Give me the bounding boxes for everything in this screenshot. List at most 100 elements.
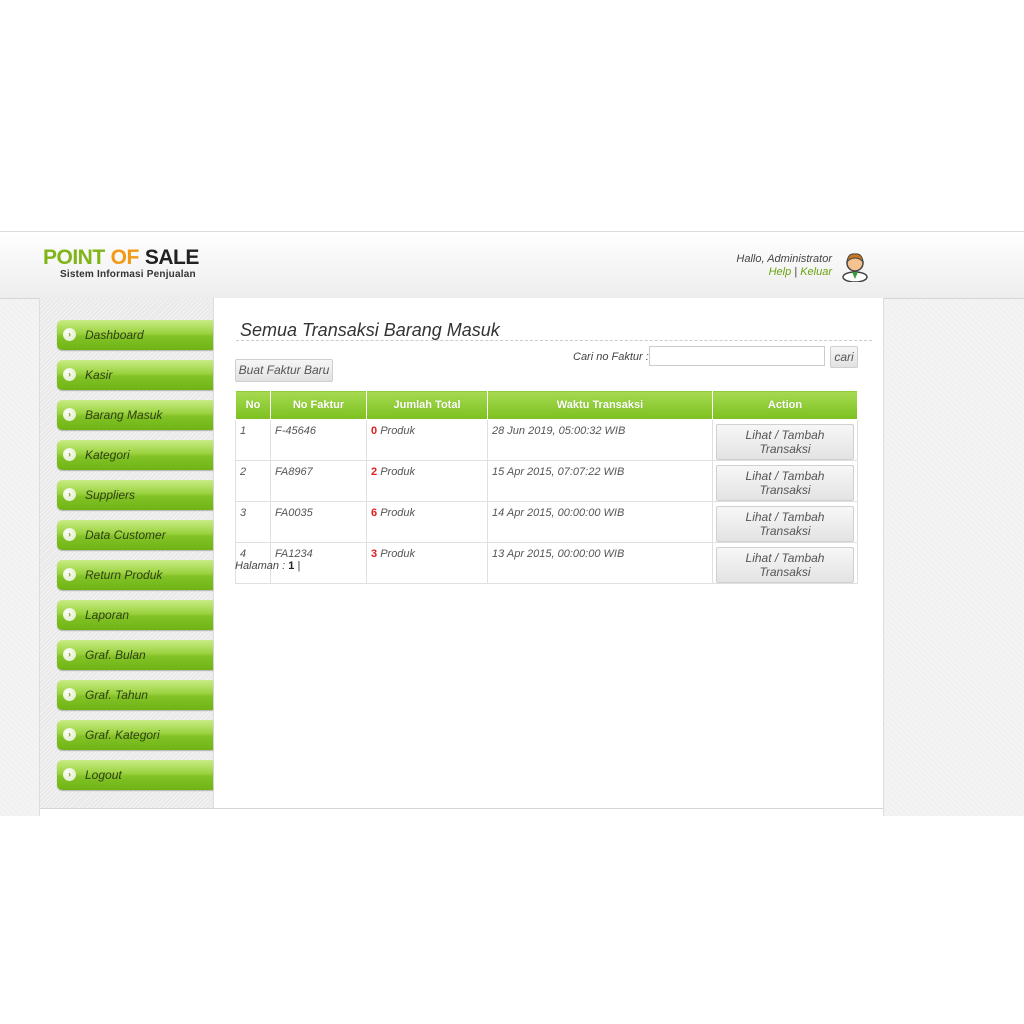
user-links: Help | Keluar	[736, 266, 832, 279]
cell-no: 2	[235, 460, 271, 502]
cell-jumlah: 6 Produk	[366, 501, 488, 543]
main-content: Semua Transaksi Barang Masuk Buat Faktur…	[235, 298, 876, 808]
sidebar-item-label: Laporan	[85, 608, 130, 622]
cell-action: Lihat / Tambah Transaksi	[712, 542, 858, 584]
cell-qty: 0	[371, 425, 378, 437]
search-invoice-input[interactable]	[649, 346, 825, 366]
cell-waktu: 13 Apr 2015, 00:00:00 WIB	[487, 542, 713, 584]
search-label: Cari no Faktur :	[573, 351, 649, 363]
sidebar-item-label: Logout	[85, 768, 122, 782]
chevron-right-icon: ›	[63, 768, 76, 781]
sidebar-item-label: Graf. Kategori	[85, 728, 160, 742]
sidebar-item-label: Dashboard	[85, 328, 144, 342]
content-container: › Dashboard › Kasir › Barang Masuk › Kategor…	[39, 298, 884, 816]
sidebar-item-laporan[interactable]: › Laporan	[57, 600, 213, 630]
column-header-waktu-transaksi: Waktu Transaksi	[487, 390, 713, 420]
logo-word-of: OF	[110, 246, 140, 269]
table-row: 3 FA0035 6 Produk 14 Apr 2015, 00:00:00 …	[235, 501, 858, 543]
chevron-right-icon: ›	[63, 528, 76, 541]
view-add-transaction-button[interactable]: Lihat / Tambah Transaksi	[716, 506, 854, 542]
pagination-current-page[interactable]: 1	[288, 560, 294, 572]
search-button[interactable]: cari	[830, 346, 858, 368]
view-add-transaction-button[interactable]: Lihat / Tambah Transaksi	[716, 465, 854, 501]
cell-faktur: FA8967	[270, 460, 367, 502]
sidebar-item-label: Barang Masuk	[85, 408, 163, 422]
chevron-right-icon: ›	[63, 688, 76, 701]
chevron-right-icon: ›	[63, 368, 76, 381]
sidebar-item-suppliers[interactable]: › Suppliers	[57, 480, 213, 510]
cell-unit: Produk	[380, 548, 416, 560]
cell-unit: Produk	[380, 425, 416, 437]
logo-word-sale: SALE	[144, 246, 200, 269]
table-row: 1 F-45646 0 Produk 28 Jun 2019, 05:00:32…	[235, 419, 858, 461]
new-invoice-button[interactable]: Buat Faktur Baru	[235, 359, 333, 382]
sidebar-item-logout[interactable]: › Logout	[57, 760, 213, 790]
cell-jumlah: 2 Produk	[366, 460, 488, 502]
sidebar-item-graf-tahun[interactable]: › Graf. Tahun	[57, 680, 213, 710]
cell-unit: Produk	[380, 507, 416, 519]
cell-jumlah: 3 Produk	[366, 542, 488, 584]
cell-action: Lihat / Tambah Transaksi	[712, 501, 858, 543]
cell-action: Lihat / Tambah Transaksi	[712, 419, 858, 461]
view-add-transaction-button[interactable]: Lihat / Tambah Transaksi	[716, 424, 854, 460]
logout-link[interactable]: Keluar	[800, 266, 832, 278]
cell-qty: 2	[371, 466, 378, 478]
cell-waktu: 14 Apr 2015, 00:00:00 WIB	[487, 501, 713, 543]
cell-waktu: 15 Apr 2015, 07:07:22 WIB	[487, 460, 713, 502]
user-links-separator: |	[794, 266, 798, 278]
pagination-separator: |	[297, 560, 301, 572]
sidebar-item-kategori[interactable]: › Kategori	[57, 440, 213, 470]
chevron-right-icon: ›	[63, 448, 76, 461]
view-add-transaction-button[interactable]: Lihat / Tambah Transaksi	[716, 547, 854, 583]
column-header-no-faktur: No Faktur	[270, 390, 367, 420]
column-header-action: Action	[712, 390, 858, 420]
sidebar-item-graf-bulan[interactable]: › Graf. Bulan	[57, 640, 213, 670]
chevron-right-icon: ›	[63, 328, 76, 341]
sidebar-item-label: Suppliers	[85, 488, 136, 502]
cell-jumlah: 0 Produk	[366, 419, 488, 461]
transactions-table: No No Faktur Jumlah Total Waktu Transaks…	[235, 390, 858, 584]
cell-waktu: 28 Jun 2019, 05:00:32 WIB	[487, 419, 713, 461]
sidebar-item-label: Return Produk	[85, 568, 163, 582]
table-header-row: No No Faktur Jumlah Total Waktu Transaks…	[235, 390, 858, 420]
pagination: Halaman : 1 |	[235, 560, 300, 572]
logo: POINT OF SALE Sistem Informasi Penjualan	[43, 247, 199, 281]
help-link[interactable]: Help	[769, 266, 792, 278]
user-avatar-icon	[842, 253, 868, 282]
chevron-right-icon: ›	[63, 408, 76, 421]
sidebar-item-barang-masuk[interactable]: › Barang Masuk	[57, 400, 213, 430]
chevron-right-icon: ›	[63, 568, 76, 581]
sidebar-item-data-customer[interactable]: › Data Customer	[57, 520, 213, 550]
cell-no: 3	[235, 501, 271, 543]
sidebar: › Dashboard › Kasir › Barang Masuk › Kategor…	[40, 298, 214, 808]
table-row: 2 FA8967 2 Produk 15 Apr 2015, 07:07:22 …	[235, 460, 858, 502]
cell-faktur: F-45646	[270, 419, 367, 461]
sidebar-item-graf-kategori[interactable]: › Graf. Kategori	[57, 720, 213, 750]
chevron-right-icon: ›	[63, 648, 76, 661]
pagination-label: Halaman :	[235, 560, 286, 572]
chevron-right-icon: ›	[63, 488, 76, 501]
sidebar-item-dashboard[interactable]: › Dashboard	[57, 320, 213, 350]
cell-qty: 3	[371, 548, 378, 560]
logo-title: POINT OF SALE	[43, 247, 199, 269]
cell-unit: Produk	[380, 466, 416, 478]
logo-word-point: POINT	[43, 246, 105, 269]
user-greeting: Hallo, Administrator	[736, 253, 832, 265]
sidebar-item-label: Graf. Tahun	[85, 688, 148, 702]
sidebar-item-kasir[interactable]: › Kasir	[57, 360, 213, 390]
cell-faktur: FA0035	[270, 501, 367, 543]
cell-no: 1	[235, 419, 271, 461]
user-box: Hallo, Administrator Help | Keluar	[736, 253, 832, 279]
table-row: 4 FA1234 3 Produk 13 Apr 2015, 00:00:00 …	[235, 542, 858, 584]
sidebar-item-return-produk[interactable]: › Return Produk	[57, 560, 213, 590]
column-header-jumlah-total: Jumlah Total	[366, 390, 488, 420]
cell-action: Lihat / Tambah Transaksi	[712, 460, 858, 502]
chevron-right-icon: ›	[63, 728, 76, 741]
column-header-no: No	[235, 390, 271, 420]
sidebar-item-label: Kategori	[85, 448, 130, 462]
footer-divider	[40, 808, 883, 809]
title-divider	[236, 340, 872, 341]
cell-qty: 6	[371, 507, 378, 519]
sidebar-item-label: Kasir	[85, 368, 113, 382]
app-header: POINT OF SALE Sistem Informasi Penjualan H…	[0, 231, 1024, 299]
